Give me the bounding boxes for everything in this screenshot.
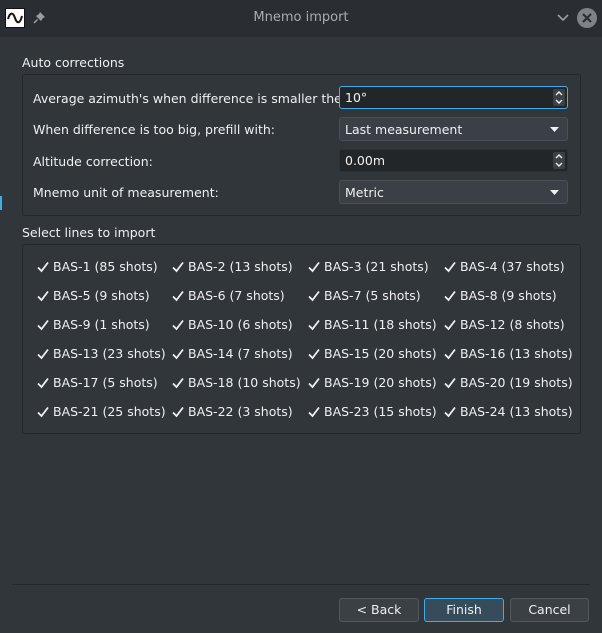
line-checkbox-label: BAS-7 (5 shots) <box>324 288 421 303</box>
dropdown-arrow-icon <box>550 190 559 196</box>
checkmark-icon[interactable] <box>443 318 457 332</box>
altitude-correction-spinbox[interactable]: 0.00m <box>339 149 568 172</box>
checkmark-icon[interactable] <box>36 289 50 303</box>
checkmark-icon[interactable] <box>307 347 321 361</box>
line-checkbox-label: BAS-1 (85 shots) <box>53 259 158 274</box>
line-checkbox-label: BAS-23 (15 shots) <box>324 404 437 419</box>
checkmark-icon[interactable] <box>443 289 457 303</box>
altitude-correction-label: Altitude correction: <box>33 154 153 169</box>
azimuth-threshold-value[interactable]: 10° <box>345 90 367 105</box>
line-checkbox-label: BAS-8 (9 shots) <box>460 288 557 303</box>
line-checkbox-label: BAS-24 (13 shots) <box>460 404 573 419</box>
dropdown-arrow-icon <box>550 127 559 133</box>
line-checkbox-label: BAS-17 (5 shots) <box>53 375 158 390</box>
window-title: Mnemo import <box>253 10 349 25</box>
azimuth-threshold-spinbox[interactable]: 10° <box>339 86 568 109</box>
prefill-combo[interactable]: Last measurement <box>339 117 568 141</box>
checkmark-icon[interactable] <box>307 376 321 390</box>
checkmark-icon[interactable] <box>36 347 50 361</box>
select-lines-title: Select lines to import <box>22 225 156 240</box>
line-checkbox-label: BAS-21 (25 shots) <box>53 404 166 419</box>
checkmark-icon[interactable] <box>171 289 185 303</box>
line-checkbox-label: BAS-22 (3 shots) <box>188 404 293 419</box>
checkmark-icon[interactable] <box>307 260 321 274</box>
line-checkbox-label: BAS-18 (10 shots) <box>188 375 301 390</box>
line-checkbox-label: BAS-20 (19 shots) <box>460 375 573 390</box>
line-checkbox-label: BAS-15 (20 shots) <box>324 346 437 361</box>
back-button[interactable]: < Back <box>339 598 419 622</box>
checkmark-icon[interactable] <box>443 260 457 274</box>
finish-button[interactable]: Finish <box>424 598 504 622</box>
checkmark-icon[interactable] <box>36 405 50 419</box>
spin-arrows-icon[interactable] <box>553 89 565 106</box>
checkmark-icon[interactable] <box>36 318 50 332</box>
bottom-divider <box>12 584 590 585</box>
unit-combo[interactable]: Metric <box>339 180 568 204</box>
checkmark-icon[interactable] <box>171 405 185 419</box>
line-checkbox-label: BAS-5 (9 shots) <box>53 288 150 303</box>
checkmark-icon[interactable] <box>171 347 185 361</box>
line-checkbox-label: BAS-19 (20 shots) <box>324 375 437 390</box>
checkmark-icon[interactable] <box>36 260 50 274</box>
line-checkbox-label: BAS-13 (23 shots) <box>53 346 166 361</box>
line-checkbox-label: BAS-14 (7 shots) <box>188 346 293 361</box>
checkmark-icon[interactable] <box>171 376 185 390</box>
unit-value: Metric <box>345 185 384 200</box>
line-checkbox-label: BAS-16 (13 shots) <box>460 346 573 361</box>
checkmark-icon[interactable] <box>307 318 321 332</box>
prefill-value: Last measurement <box>345 122 463 137</box>
checkmark-icon[interactable] <box>171 318 185 332</box>
checkmark-icon[interactable] <box>443 405 457 419</box>
checkmark-icon[interactable] <box>443 347 457 361</box>
line-checkbox-label: BAS-3 (21 shots) <box>324 259 429 274</box>
close-icon[interactable] <box>577 8 597 28</box>
checkmark-icon[interactable] <box>307 405 321 419</box>
auto-corrections-title: Auto corrections <box>22 55 125 70</box>
prefill-label: When difference is too big, prefill with… <box>33 122 276 137</box>
checkmark-icon[interactable] <box>443 376 457 390</box>
chevron-down-icon[interactable] <box>556 12 570 24</box>
line-checkbox-label: BAS-2 (13 shots) <box>188 259 293 274</box>
unit-label: Mnemo unit of measurement: <box>33 185 219 200</box>
spin-arrows-icon[interactable] <box>553 152 565 169</box>
title-bar[interactable]: Mnemo import <box>0 0 602 37</box>
checkmark-icon[interactable] <box>36 376 50 390</box>
altitude-correction-value[interactable]: 0.00m <box>345 153 385 168</box>
checkmark-icon[interactable] <box>307 289 321 303</box>
line-checkbox-label: BAS-12 (8 shots) <box>460 317 565 332</box>
line-checkbox-label: BAS-4 (37 shots) <box>460 259 565 274</box>
line-checkbox-label: BAS-6 (7 shots) <box>188 288 285 303</box>
checkmark-icon[interactable] <box>171 260 185 274</box>
line-checkbox-label: BAS-9 (1 shots) <box>53 317 150 332</box>
line-checkbox-label: BAS-11 (18 shots) <box>324 317 437 332</box>
cancel-button[interactable]: Cancel <box>510 598 589 622</box>
azimuth-threshold-label: Average azimuth's when difference is sma… <box>33 91 355 106</box>
line-checkbox-label: BAS-10 (6 shots) <box>188 317 293 332</box>
window-edge-indicator <box>0 196 2 210</box>
